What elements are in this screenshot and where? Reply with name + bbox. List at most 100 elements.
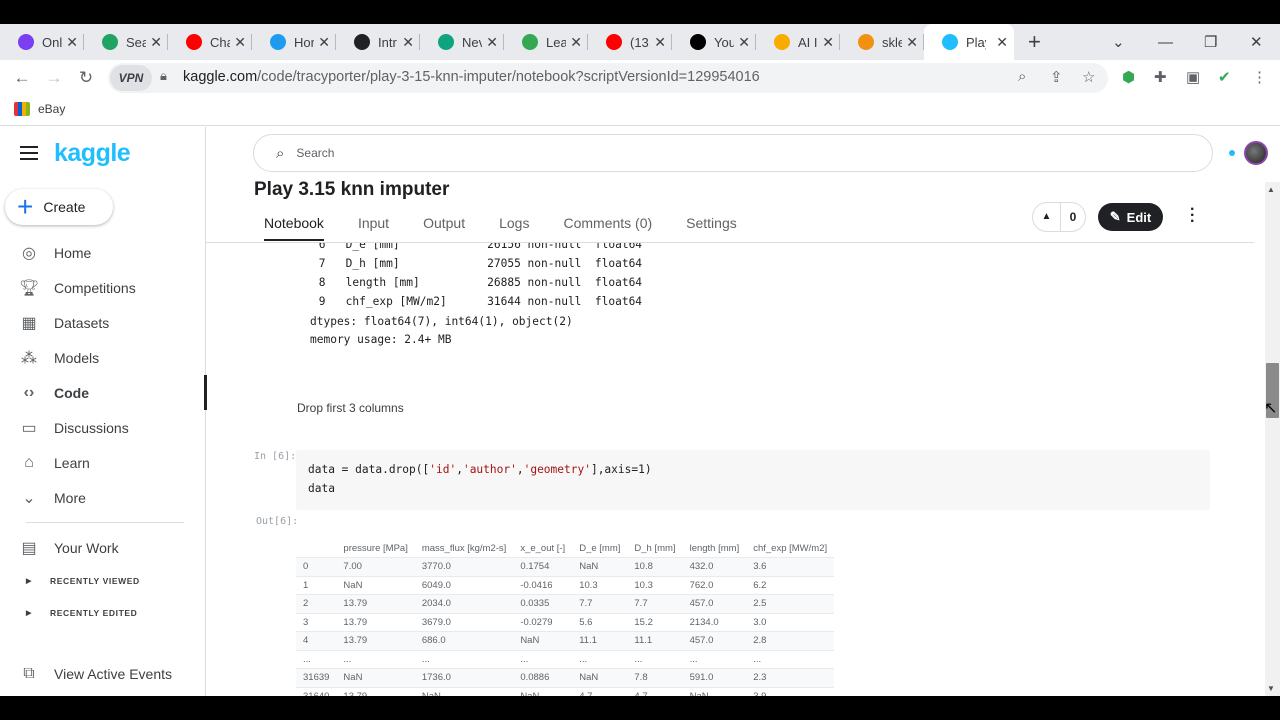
tab-close-icon[interactable]: ✕ bbox=[654, 34, 666, 51]
scroll-up-arrow-icon[interactable]: ▲ bbox=[1267, 185, 1275, 194]
tab-close-icon[interactable]: ✕ bbox=[906, 34, 918, 51]
sidebar-item-label: Code bbox=[54, 384, 89, 401]
recently-viewed-toggle[interactable]: ▶ RECENTLY VIEWED bbox=[26, 576, 140, 586]
sidebar-item-your-work[interactable]: ▤ Your Work bbox=[0, 530, 206, 565]
forward-icon[interactable]: → bbox=[38, 68, 70, 88]
code-text: ],axis=1) bbox=[590, 463, 652, 476]
tab-close-icon[interactable]: ✕ bbox=[570, 34, 582, 51]
tab-close-icon[interactable]: ✕ bbox=[234, 34, 246, 51]
table-row: 4 13.79 686.0 NaN 11.1 11.1 457.0 2.8 bbox=[296, 631, 835, 651]
page-title: Play 3.15 knn imputer bbox=[254, 179, 450, 200]
tab-logs[interactable]: Logs bbox=[499, 215, 529, 241]
extensions-puzzle-icon[interactable]: ✚ bbox=[1154, 68, 1167, 86]
shield-extension-icon[interactable]: ⬢ bbox=[1122, 68, 1135, 86]
browser-tab[interactable]: Intr ✕ bbox=[336, 24, 420, 60]
tab-output[interactable]: Output bbox=[423, 215, 465, 241]
new-tab-icon[interactable]: + bbox=[1028, 29, 1041, 55]
table-cell: ... bbox=[414, 650, 514, 669]
sidebar-item-datasets[interactable]: ▦ Datasets bbox=[0, 305, 206, 340]
tab-comments[interactable]: Comments (0) bbox=[563, 215, 652, 241]
lock-icon[interactable]: 🔒︎ bbox=[160, 68, 167, 84]
edit-button[interactable]: ✎ Edit bbox=[1098, 203, 1163, 231]
tab-input[interactable]: Input bbox=[358, 215, 389, 241]
bookmark-star-icon[interactable]: ☆ bbox=[1082, 68, 1095, 86]
bookmark-ebay[interactable]: eBay bbox=[14, 102, 65, 116]
restore-icon[interactable]: ❐ bbox=[1204, 24, 1217, 60]
check-extension-icon[interactable]: ✔ bbox=[1218, 68, 1231, 86]
browser-menu-icon[interactable]: ⋮ bbox=[1252, 68, 1267, 86]
tab-close-icon[interactable]: ✕ bbox=[318, 34, 330, 51]
table-cell: 2034.0 bbox=[414, 594, 514, 614]
tab-title: Nev bbox=[462, 34, 482, 50]
tab-close-icon[interactable]: ✕ bbox=[822, 34, 834, 51]
tab-close-icon[interactable]: ✕ bbox=[738, 34, 750, 51]
browser-tab[interactable]: (13!✕ bbox=[588, 24, 672, 60]
tab-notebook[interactable]: Notebook bbox=[264, 215, 324, 241]
column-header: D_h [mm] bbox=[627, 539, 683, 558]
recently-viewed-label: RECENTLY VIEWED bbox=[49, 576, 140, 586]
upvote-button[interactable]: ▲ 0 bbox=[1032, 202, 1086, 232]
upvote-arrow-icon[interactable]: ▲ bbox=[1033, 203, 1061, 231]
browser-tab[interactable]: Play ✕ bbox=[924, 24, 1014, 60]
tab-settings[interactable]: Settings bbox=[686, 215, 737, 241]
sidebar-item-home[interactable]: ◎ Home bbox=[0, 235, 206, 270]
sidebar-item-view-active-events[interactable]: ⧉ View Active Events bbox=[0, 656, 206, 691]
page-scrollbar[interactable] bbox=[1265, 182, 1280, 696]
column-header: length [mm] bbox=[682, 539, 747, 558]
output-line: memory usage: 2.4+ MB bbox=[310, 333, 452, 346]
browser-tab[interactable]: Nev ✕ bbox=[420, 24, 504, 60]
sidebar-item-label: Competitions bbox=[54, 279, 136, 296]
table-cell: 432.0 bbox=[682, 557, 747, 577]
table-cell: 2.3 bbox=[746, 668, 835, 688]
table-cell: 2.5 bbox=[746, 594, 835, 614]
close-window-icon[interactable]: ✕ bbox=[1250, 24, 1263, 60]
caret-right-icon: ▶ bbox=[26, 610, 32, 617]
avatar[interactable] bbox=[1244, 141, 1268, 165]
output-line: 7 D_h [mm] 27055 non-null float64 bbox=[312, 257, 643, 270]
minimize-icon[interactable]: — bbox=[1158, 24, 1173, 60]
tab-search-icon[interactable]: ⌄ bbox=[1112, 24, 1125, 60]
browser-tab[interactable]: Lea ✕ bbox=[504, 24, 588, 60]
browser-tab[interactable]: Onl ✕ bbox=[0, 24, 84, 60]
sidebar-item-more[interactable]: ⌄ More bbox=[0, 480, 206, 515]
kaggle-logo[interactable]: kaggle bbox=[54, 139, 131, 168]
browser-tab[interactable]: Sea ✕ bbox=[84, 24, 168, 60]
sidebar-item-competitions[interactable]: 🏆︎ Competitions bbox=[0, 270, 206, 305]
side-panel-icon[interactable]: ▣ bbox=[1186, 68, 1200, 86]
browser-tab[interactable]: Cha✕ bbox=[168, 24, 252, 60]
table-cell: ... bbox=[513, 650, 573, 669]
menu-icon[interactable] bbox=[20, 146, 38, 160]
browser-tab[interactable]: AI I ✕ bbox=[756, 24, 840, 60]
browser-tab[interactable]: skle ✕ bbox=[840, 24, 924, 60]
openai-icon bbox=[354, 34, 370, 50]
tab-close-icon[interactable]: ✕ bbox=[66, 34, 78, 51]
recently-edited-toggle[interactable]: ▶ RECENTLY EDITED bbox=[26, 608, 137, 618]
table-cell: NaN bbox=[682, 687, 747, 696]
back-icon[interactable]: ← bbox=[6, 68, 38, 88]
sidebar-item-discussions[interactable]: ▭ Discussions bbox=[0, 410, 206, 445]
share-icon[interactable]: ⇪ bbox=[1050, 68, 1063, 86]
output-line: 8 length [mm] 26885 non-null float64 bbox=[312, 276, 643, 289]
tab-close-icon[interactable]: ✕ bbox=[150, 34, 162, 51]
search-input[interactable]: ⌕ Search bbox=[253, 134, 1213, 172]
sidebar-item-learn[interactable]: ⌂ Learn bbox=[0, 445, 206, 480]
more-options-icon[interactable]: · · · bbox=[1190, 202, 1195, 230]
browser-tab[interactable]: You ✕ bbox=[672, 24, 756, 60]
tab-close-icon[interactable]: ✕ bbox=[402, 34, 414, 51]
vpn-badge[interactable]: VPN bbox=[110, 65, 152, 91]
scroll-down-arrow-icon[interactable]: ▼ bbox=[1267, 684, 1275, 693]
sidebar-item-code[interactable]: ‹› Code bbox=[0, 375, 207, 410]
sidebar: kaggle + Create ◎ Home 🏆︎ Competitions ▦ Datas… bbox=[0, 127, 207, 696]
zoom-icon[interactable]: ⌕ bbox=[1018, 68, 1026, 85]
medium-icon bbox=[690, 34, 706, 50]
sidebar-item-models[interactable]: ⁂ Models bbox=[0, 340, 206, 375]
tab-close-icon[interactable]: ✕ bbox=[486, 34, 498, 51]
create-button[interactable]: + Create bbox=[5, 189, 113, 225]
table-cell: 10.3 bbox=[572, 576, 628, 595]
browser-tab[interactable]: Hor ✕ bbox=[252, 24, 336, 60]
code-cell[interactable]: data = data.drop(['id','author','geometr… bbox=[296, 450, 1210, 510]
url-text[interactable]: kaggle.com/code/tracyporter/play-3-15-kn… bbox=[183, 69, 760, 85]
tab-close-icon[interactable]: ✕ bbox=[996, 34, 1008, 51]
reload-icon[interactable]: ↻ bbox=[70, 68, 102, 88]
code-string: 'author' bbox=[462, 463, 517, 476]
